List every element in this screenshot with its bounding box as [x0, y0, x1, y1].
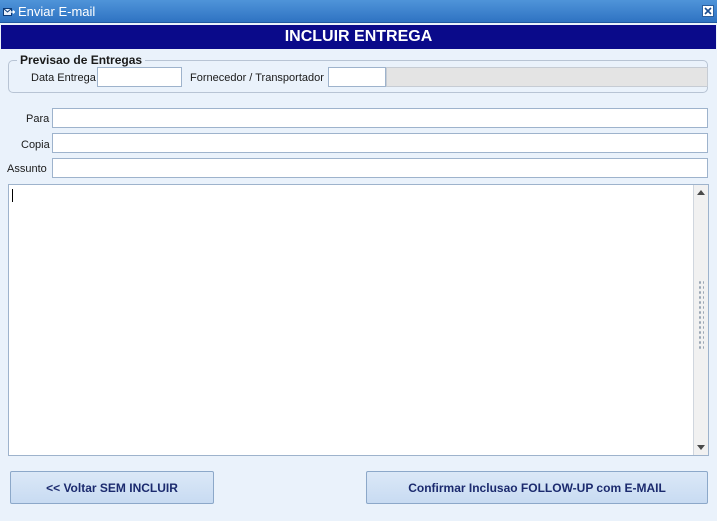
fornecedor-label: Fornecedor / Transportador [190, 72, 324, 84]
vertical-scrollbar[interactable] [693, 185, 708, 455]
previsao-entregas-legend: Previsao de Entregas [17, 53, 146, 67]
para-label: Para [26, 113, 50, 125]
data-entrega-label: Data Entrega [31, 72, 96, 84]
text-caret [12, 189, 13, 202]
email-body-textarea[interactable] [8, 184, 709, 456]
close-icon [704, 7, 712, 15]
assunto-field[interactable] [52, 158, 708, 178]
scrollbar-grip[interactable] [698, 280, 704, 350]
voltar-sem-incluir-button[interactable]: << Voltar SEM INCLUIR [10, 471, 214, 504]
para-field[interactable] [52, 108, 708, 128]
close-button[interactable] [702, 5, 714, 17]
confirmar-inclusao-button[interactable]: Confirmar Inclusao FOLLOW-UP com E-MAIL [366, 471, 708, 504]
data-entrega-field[interactable] [97, 67, 182, 87]
arrow-up-icon [697, 190, 705, 195]
window-title: Enviar E-mail [18, 4, 96, 19]
scroll-up-button[interactable] [694, 185, 708, 200]
fornecedor-name-field [386, 67, 708, 87]
assunto-label: Assunto [7, 163, 47, 175]
scroll-down-button[interactable] [694, 440, 708, 455]
copia-label: Copia [21, 139, 50, 151]
page-title-banner: INCLUIR ENTREGA [1, 25, 716, 49]
email-send-icon [3, 8, 15, 16]
window-titlebar: Enviar E-mail [0, 0, 717, 23]
fornecedor-code-field[interactable] [328, 67, 386, 87]
arrow-down-icon [697, 445, 705, 450]
copia-field[interactable] [52, 133, 708, 153]
